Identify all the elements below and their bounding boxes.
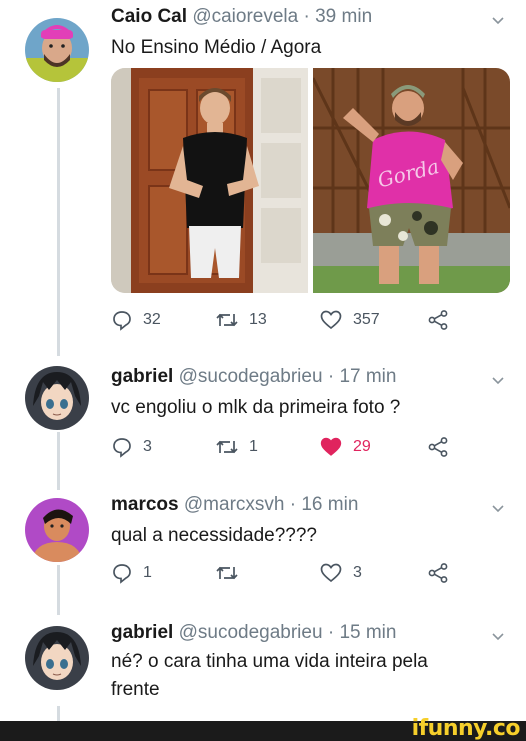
like-button[interactable]: 29 [319,436,371,458]
photo-left[interactable] [111,68,308,293]
reply-count: 3 [143,438,152,455]
timestamp[interactable]: 39 min [315,6,372,27]
chevron-down-icon[interactable] [490,372,506,388]
retweet-button[interactable] [215,562,249,584]
separator-dot: · [327,366,335,387]
separator-dot: · [327,622,335,643]
avatar[interactable] [25,626,89,690]
retweet-count: 1 [249,438,258,455]
timestamp[interactable]: 15 min [339,622,396,643]
tweet-text: No Ensino Médio / Agora [111,37,322,58]
avatar[interactable] [25,366,89,430]
author-name[interactable]: gabriel [111,622,173,643]
reply-icon [113,564,131,584]
share-icon [428,310,448,330]
avatar[interactable] [25,498,89,562]
reply-tweet-marcos[interactable]: marcos @marcxsvh · 16 min qual a necessi… [0,488,526,618]
media-grid[interactable]: Gorda [111,68,510,293]
like-count: 3 [353,564,362,581]
separator-dot: · [289,494,297,515]
heart-icon [320,310,342,330]
retweet-icon [216,313,238,327]
tweet-caio-cal[interactable]: Caio Cal @caiorevela · 39 min No Ensino … [0,0,526,355]
share-icon [428,437,448,457]
retweet-button[interactable]: 13 [215,309,267,331]
reply-icon [113,438,131,458]
tweet-actions: 1 3 [111,562,471,590]
retweet-button[interactable]: 1 [215,436,258,458]
heart-filled-icon [320,437,342,456]
author-name[interactable]: gabriel [111,366,173,387]
retweet-count: 13 [249,311,267,328]
like-button[interactable]: 3 [319,562,362,584]
tweet-header: gabriel @sucodegabrieu · 17 min [111,366,396,388]
like-count: 29 [353,438,371,455]
author-handle[interactable]: @sucodegabrieu [179,366,323,387]
photo-right[interactable]: Gorda [313,68,510,293]
author-name[interactable]: Caio Cal [111,6,187,27]
reply-button[interactable]: 32 [111,309,161,331]
reply-button[interactable]: 1 [111,562,152,584]
avatar[interactable] [25,18,89,82]
like-button[interactable]: 357 [319,309,380,331]
tweet-text: vc engoliu o mlk da primeira foto ? [111,397,401,418]
ifunny-watermark: ifunny.co [411,716,521,741]
heart-icon [320,563,342,583]
tweet-header: marcos @marcxsvh · 16 min [111,494,358,516]
author-handle[interactable]: @caiorevela [192,6,298,27]
retweet-icon [216,566,238,580]
reply-count: 1 [143,564,152,581]
like-count: 357 [353,311,380,328]
share-icon [428,563,448,583]
tweet-actions: 3 1 29 [111,436,471,464]
author-handle[interactable]: @marcxsvh [184,494,285,515]
reply-tweet-gabriel[interactable]: gabriel @sucodegabrieu · 17 min vc engol… [0,356,526,486]
tweet-header: gabriel @sucodegabrieu · 15 min [111,622,396,644]
share-button[interactable] [427,436,449,458]
separator-dot: · [303,6,310,27]
tweet-text: né? o cara tinha uma vida inteira pela f… [111,651,428,700]
author-handle[interactable]: @sucodegabrieu [179,622,323,643]
tweet-text: qual a necessidade???? [111,525,318,546]
timestamp[interactable]: 17 min [339,366,396,387]
author-name[interactable]: marcos [111,494,179,515]
chevron-down-icon[interactable] [490,500,506,516]
tweet-actions: 32 13 357 [111,309,471,337]
tweet-header: Caio Cal @caiorevela · 39 min [111,6,372,28]
reply-tweet-gabriel-2[interactable]: gabriel @sucodegabrieu · 15 min né? o ca… [0,616,526,721]
chevron-down-icon[interactable] [490,628,506,644]
reply-count: 32 [143,311,161,328]
reply-icon [113,311,131,331]
retweet-icon [216,440,238,454]
share-button[interactable] [427,562,449,584]
timestamp[interactable]: 16 min [301,494,358,515]
share-button[interactable] [427,309,449,331]
reply-button[interactable]: 3 [111,436,152,458]
chevron-down-icon[interactable] [490,12,506,28]
